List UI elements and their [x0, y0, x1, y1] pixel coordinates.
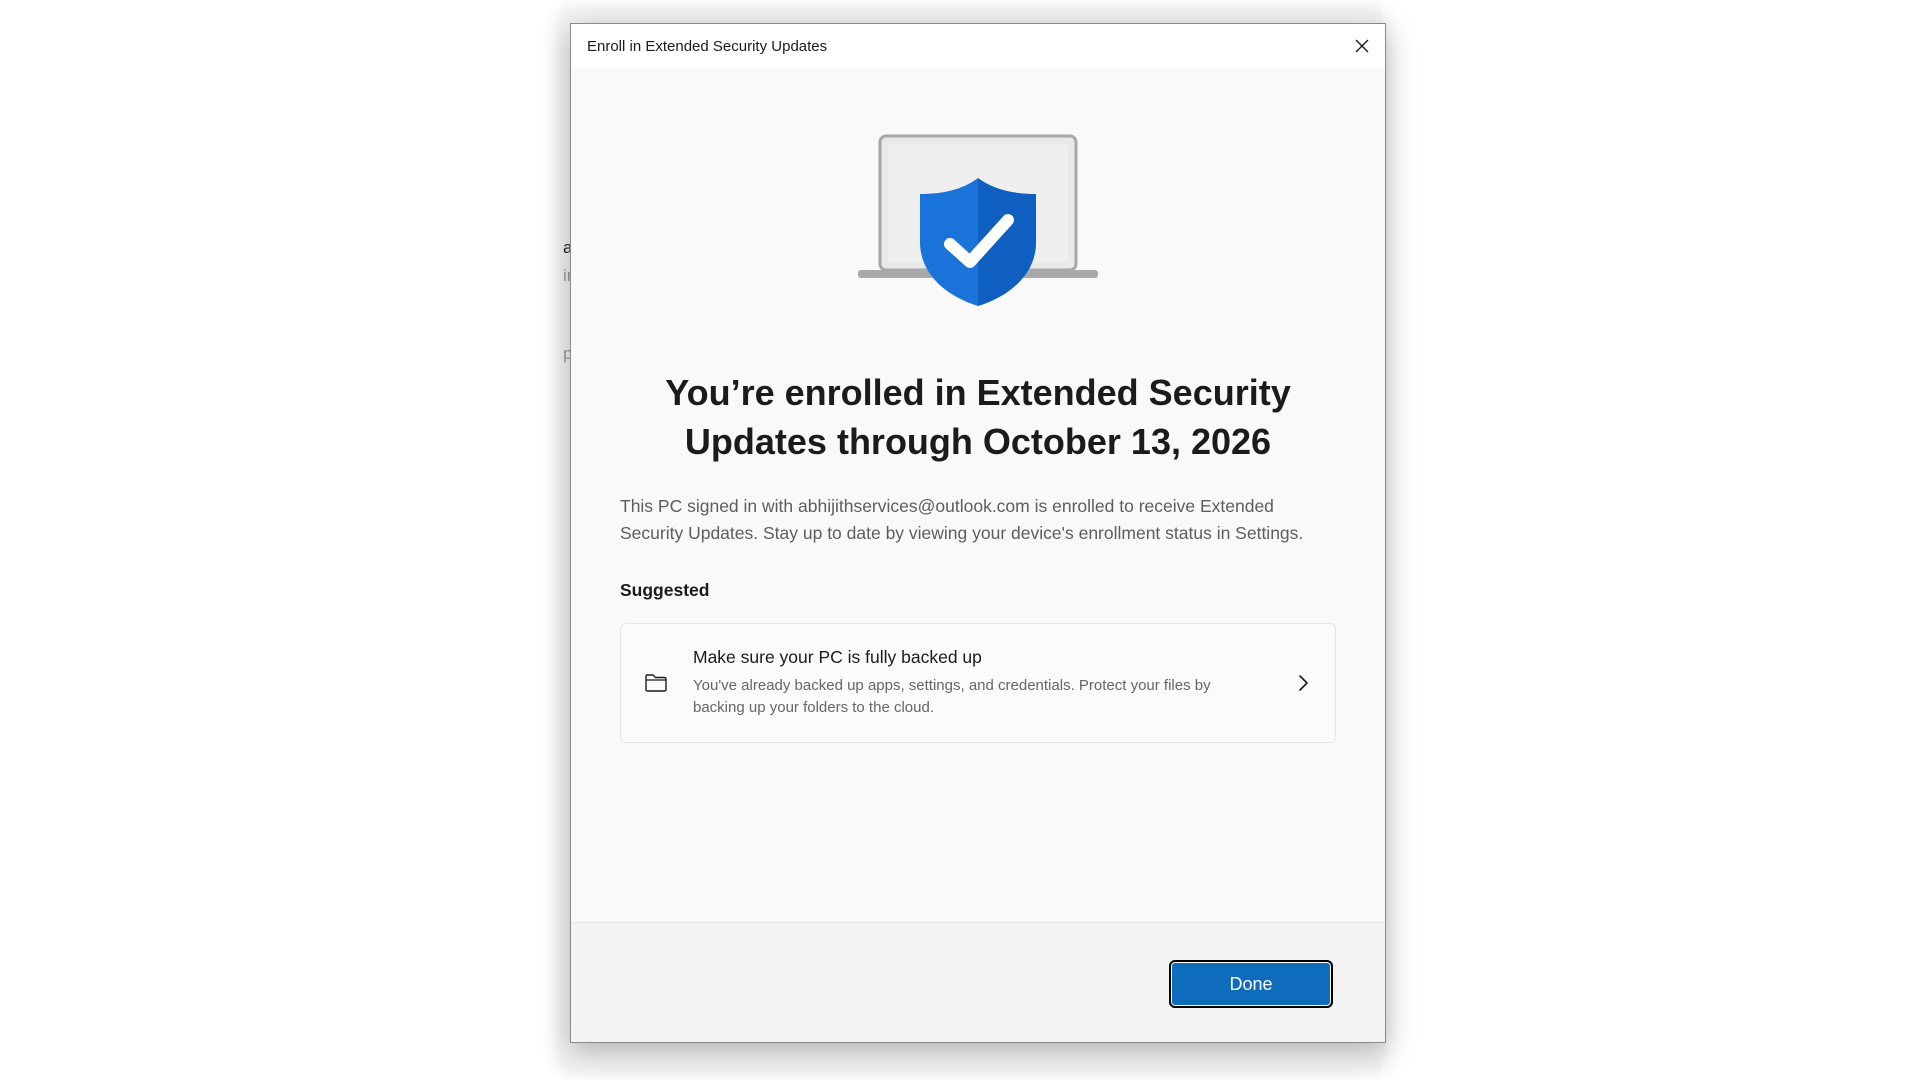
enrollment-headline: You’re enrolled in Extended Security Upd… — [665, 372, 1291, 462]
screen: a ir p Enroll in Extended Security Updat… — [0, 0, 1920, 1080]
suggestion-text: Make sure your PC is fully backed up You… — [693, 647, 1263, 719]
dialog-footer: Done — [571, 922, 1385, 1042]
hero-illustration — [858, 134, 1098, 324]
dialog-content: You’re enrolled in Extended Security Upd… — [571, 68, 1385, 922]
done-button[interactable]: Done — [1169, 960, 1333, 1008]
suggestion-title: Make sure your PC is fully backed up — [693, 647, 982, 667]
chevron-right-icon — [1299, 675, 1308, 691]
enrollment-description: This PC signed in with abhijithservices@… — [620, 496, 1304, 543]
suggestion-description: You've already backed up apps, settings,… — [693, 677, 1211, 716]
dialog-titlebar: Enroll in Extended Security Updates — [571, 24, 1385, 68]
backup-suggestion-card[interactable]: Make sure your PC is fully backed up You… — [620, 623, 1336, 743]
dialog-title: Enroll in Extended Security Updates — [587, 37, 828, 55]
folder-icon — [645, 674, 667, 692]
close-button[interactable] — [1339, 24, 1385, 68]
laptop-shield-check-icon — [858, 134, 1098, 306]
close-icon — [1355, 39, 1369, 53]
enroll-esu-dialog: Enroll in Extended Security Updates You’… — [570, 23, 1386, 1043]
suggested-heading: Suggested — [620, 580, 710, 600]
